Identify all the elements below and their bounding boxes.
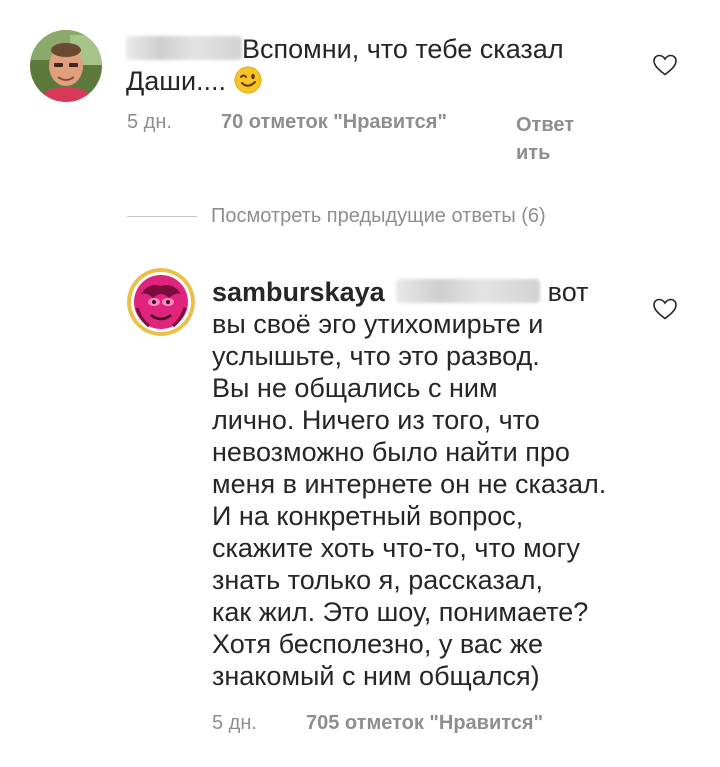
comment-line: услышьте, что это развод. <box>212 341 540 371</box>
view-previous-replies-button[interactable]: Посмотреть предыдущие ответы (6) <box>211 205 546 228</box>
comment-text: Вспомни, что тебе сказал Даши.... <box>126 33 596 97</box>
comment-line: скажите хоть что-то, что могу <box>212 533 580 563</box>
comment-text-line2: Даши.... <box>126 66 227 96</box>
avatar-commenter[interactable] <box>30 30 102 102</box>
redacted-username <box>126 36 242 60</box>
likes-count-link[interactable]: 70 отметок "Нравится" <box>221 111 447 134</box>
comment-time: 5 дн. <box>127 111 172 133</box>
username-link[interactable]: samburskaya <box>212 277 385 307</box>
reply-label-line2: ить <box>516 142 551 164</box>
comment-line: невозможно было найти про <box>212 437 570 467</box>
comment-text: samburskaya вот вы своё эго утихомирьте … <box>212 276 642 692</box>
comment-text-line1: Вспомни, что тебе сказал <box>242 34 564 64</box>
redacted-mention <box>396 279 541 303</box>
comment-line: знакомый с ним общался) <box>212 661 540 691</box>
winking-face-emoji-icon <box>234 66 262 94</box>
reply-label-line1: Ответ <box>516 114 575 136</box>
avatar-samburskaya[interactable] <box>127 268 195 336</box>
heart-icon[interactable] <box>652 53 678 77</box>
comment-time: 5 дн. <box>212 712 257 734</box>
heart-icon[interactable] <box>652 297 678 321</box>
comment-line: лично. Ничего из того, что <box>212 405 540 435</box>
reply-button[interactable]: Ответ ить <box>516 111 574 167</box>
comment-line: Вы не общались с ним <box>212 373 498 403</box>
comment-line: Хотя бесполезно, у вас же <box>212 629 543 659</box>
comment-first-word: вот <box>547 277 589 307</box>
comment-line: вы своё эго утихомирьте и <box>212 309 544 339</box>
comment-line: меня в интернете он не сказал. <box>212 469 607 499</box>
comment-line: И на конкретный вопрос, <box>212 501 524 531</box>
comment-line: знать только я, рассказал, <box>212 565 544 595</box>
replies-divider <box>127 216 197 217</box>
likes-count-link[interactable]: 705 отметок "Нравится" <box>306 712 543 735</box>
comment-line: как жил. Это шоу, понимаете? <box>212 597 589 627</box>
